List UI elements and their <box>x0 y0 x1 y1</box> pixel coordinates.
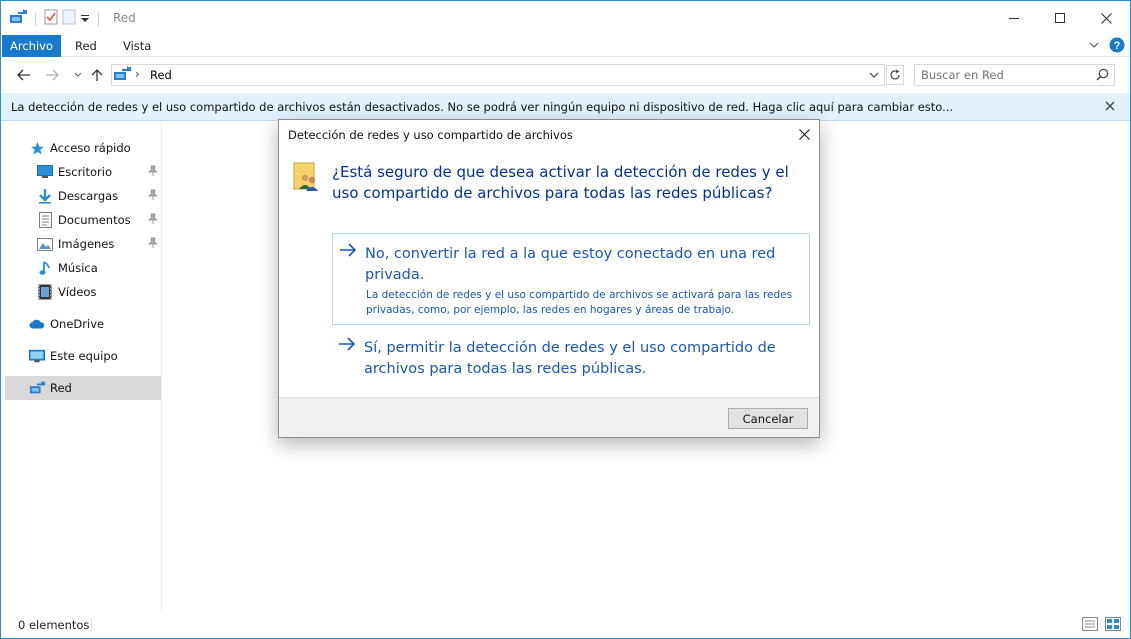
dialog-question: ¿Está seguro de que desea activar la det… <box>332 163 789 202</box>
documents-icon <box>37 212 53 228</box>
pin-icon[interactable] <box>147 237 159 252</box>
pin-icon[interactable] <box>147 213 159 228</box>
title-bar: Red <box>1 1 1130 35</box>
sidebar-item-label: Vídeos <box>58 285 97 299</box>
arrow-right-icon <box>338 337 356 354</box>
pictures-icon <box>37 236 53 252</box>
sidebar-item-documentos[interactable]: Documentos <box>5 208 161 232</box>
sidebar-item-videos[interactable]: Vídeos <box>5 280 161 304</box>
back-button[interactable] <box>15 66 33 84</box>
network-icon <box>29 380 45 396</box>
dialog-footer: Cancelar <box>279 397 819 437</box>
address-bar[interactable]: › Red <box>111 64 885 86</box>
help-icon[interactable]: ? <box>1109 37 1125 56</box>
maximize-button[interactable] <box>1037 1 1083 35</box>
expand-ribbon-icon[interactable] <box>1088 39 1100 54</box>
network-icon[interactable] <box>9 9 27 28</box>
new-folder-icon[interactable] <box>62 9 76 28</box>
item-count: 0 elementos <box>18 618 90 632</box>
network-discovery-infobar[interactable]: La detección de redes y el uso compartid… <box>1 93 1130 121</box>
customize-toolbar-icon[interactable] <box>80 12 90 26</box>
downloads-icon <box>37 188 53 204</box>
sidebar-item-label: Imágenes <box>58 237 115 251</box>
search-icon[interactable] <box>1096 68 1109 84</box>
tab-red[interactable]: Red <box>63 35 109 57</box>
quick-access-toolbar <box>9 9 103 28</box>
star-icon <box>29 140 45 156</box>
explorer-window: Red Archivo Red Vista ? › Red Buscar en … <box>0 0 1131 639</box>
sidebar-item-label: Este equipo <box>50 349 118 363</box>
arrow-right-icon <box>339 243 357 260</box>
large-icons-view-icon[interactable] <box>1105 617 1121 634</box>
sidebar-item-label: Documentos <box>58 213 131 227</box>
option-make-private-button[interactable]: No, convertir la red a la que estoy cone… <box>332 233 810 325</box>
sidebar-item-red[interactable]: Red <box>5 376 161 400</box>
sidebar-item-descargas[interactable]: Descargas <box>5 184 161 208</box>
network-discovery-dialog: Detección de redes y uso compartido de a… <box>278 119 820 438</box>
onedrive-cloud-icon <box>29 316 45 332</box>
network-icon <box>113 66 131 85</box>
sidebar-item-label: OneDrive <box>50 317 105 331</box>
sidebar-item-label: Descargas <box>58 189 119 203</box>
desktop-icon <box>37 164 53 180</box>
status-bar: 0 elementos <box>1 613 1130 638</box>
option-make-private-title: No, convertir la red a la que estoy cone… <box>365 246 776 283</box>
sidebar-item-label: Red <box>50 381 72 395</box>
tab-vista[interactable]: Vista <box>111 35 163 57</box>
tab-archivo[interactable]: Archivo <box>2 35 61 57</box>
navigation-pane: Acceso rápido Escritorio Descargas Docum… <box>1 122 162 612</box>
cancel-button[interactable]: Cancelar <box>728 408 808 429</box>
sidebar-item-escritorio[interactable]: Escritorio <box>5 160 161 184</box>
sidebar-item-imagenes[interactable]: Imágenes <box>5 232 161 256</box>
window-title: Red <box>113 11 136 25</box>
sidebar-item-este-equipo[interactable]: Este equipo <box>5 344 161 368</box>
dialog-title: Detección de redes y uso compartido de a… <box>288 128 573 142</box>
recent-locations-button[interactable] <box>69 66 87 84</box>
up-button[interactable] <box>88 66 106 84</box>
sidebar-item-onedrive[interactable]: OneDrive <box>5 312 161 336</box>
videos-icon <box>37 284 53 300</box>
toolbar-divider <box>98 11 99 26</box>
option-enable-public-title: Sí, permitir la detección de redes y el … <box>364 340 776 377</box>
svg-text:?: ? <box>1114 40 1121 52</box>
sidebar-item-quick-access[interactable]: Acceso rápido <box>5 136 161 160</box>
sidebar-item-label: Acceso rápido <box>50 141 131 155</box>
search-input[interactable] <box>921 67 1086 83</box>
minimize-button[interactable] <box>991 1 1037 35</box>
properties-icon[interactable] <box>44 9 58 28</box>
refresh-button[interactable] <box>886 65 904 85</box>
dialog-close-button[interactable] <box>789 120 819 148</box>
pin-icon[interactable] <box>147 189 159 204</box>
breadcrumb-chevron-icon[interactable]: › <box>135 67 140 81</box>
music-icon <box>37 260 53 276</box>
status-divider <box>91 618 92 632</box>
details-view-icon[interactable] <box>1082 617 1098 634</box>
close-button[interactable] <box>1083 1 1129 35</box>
address-dropdown-icon[interactable] <box>868 69 880 84</box>
option-make-private-description: La detección de redes y el uso compartid… <box>366 289 793 316</box>
sidebar-item-label: Escritorio <box>58 165 113 179</box>
sidebar-item-label: Música <box>58 261 98 275</box>
ribbon-tabs: Archivo Red Vista ? <box>1 35 1130 57</box>
option-enable-public-button[interactable]: Sí, permitir la detección de redes y el … <box>332 328 810 388</box>
forward-button[interactable] <box>43 66 61 84</box>
close-infobar-icon[interactable] <box>1105 100 1115 114</box>
infobar-text[interactable]: La detección de redes y el uso compartid… <box>11 100 953 114</box>
pin-icon[interactable] <box>147 165 159 180</box>
computer-icon <box>29 348 45 364</box>
breadcrumb-red[interactable]: Red <box>150 68 172 82</box>
toolbar-divider <box>35 11 36 26</box>
network-sharing-icon <box>293 162 321 195</box>
search-box[interactable] <box>914 64 1115 86</box>
sidebar-item-musica[interactable]: Música <box>5 256 161 280</box>
